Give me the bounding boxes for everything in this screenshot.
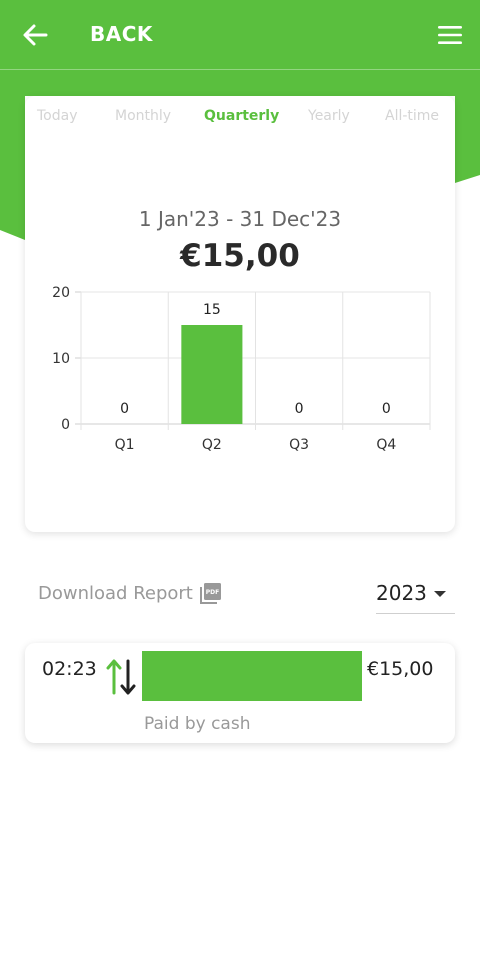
transaction-time: 02:23 <box>42 658 97 680</box>
quarterly-bar-chart: 0 10 20 0 Q1 15 Q2 0 Q3 0 Q4 <box>52 285 431 453</box>
transaction-payment-method: Paid by cash <box>144 714 251 734</box>
transaction-row[interactable]: 02:23 €15,00 Paid by cash <box>25 643 455 743</box>
y-tick-label: 10 <box>52 351 70 367</box>
summary-card: Today Monthly Quarterly Yearly All-time … <box>25 96 455 532</box>
bar-value-label: 0 <box>382 401 391 417</box>
bar-value-label: 0 <box>295 401 304 417</box>
pdf-file-icon[interactable]: PDF <box>200 583 221 604</box>
x-category-label: Q2 <box>202 437 222 453</box>
arrow-left-icon[interactable] <box>20 20 50 50</box>
x-category-label: Q3 <box>289 437 309 453</box>
y-tick-label: 20 <box>52 285 70 301</box>
hamburger-menu-icon[interactable] <box>436 22 464 48</box>
transfer-arrows-icon <box>106 659 136 695</box>
year-select-value: 2023 <box>376 581 427 605</box>
caret-down-icon <box>434 591 446 597</box>
bar-q2 <box>181 325 243 424</box>
transaction-bar <box>142 651 362 701</box>
app-bar: BACK <box>0 0 480 70</box>
download-report-link[interactable]: Download Report <box>38 583 193 604</box>
x-category-label: Q1 <box>115 437 135 453</box>
y-tick-label: 0 <box>61 417 70 433</box>
svg-text:PDF: PDF <box>206 589 219 596</box>
year-select[interactable]: 2023 <box>376 578 455 614</box>
x-category-label: Q4 <box>376 437 396 453</box>
bar-value-label: 15 <box>203 302 221 318</box>
transaction-amount: €15,00 <box>367 658 434 680</box>
back-button-label[interactable]: BACK <box>90 22 153 46</box>
bar-value-label: 0 <box>120 401 129 417</box>
